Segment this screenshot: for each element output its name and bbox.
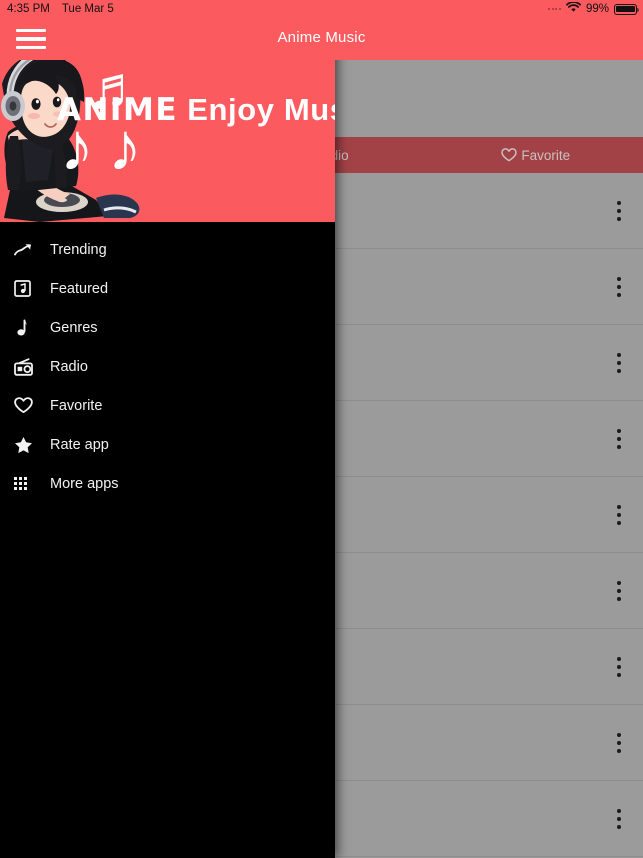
radio-icon xyxy=(14,357,40,376)
battery-icon xyxy=(614,3,640,15)
overflow-menu-icon[interactable] xyxy=(605,423,633,455)
overflow-menu-icon[interactable] xyxy=(605,727,633,759)
sidebar-item-radio[interactable]: Radio xyxy=(0,347,335,386)
overflow-menu-icon[interactable] xyxy=(605,575,633,607)
sidebar-item-label: Featured xyxy=(50,280,109,297)
page-title: Anime Music xyxy=(277,29,366,46)
sidebar-item-label: Genres xyxy=(50,319,98,336)
overflow-menu-icon[interactable] xyxy=(605,499,633,531)
featured-note-frame-icon xyxy=(14,280,40,297)
app-screen: 4:35 PM Tue Mar 5 99% Anime Music Favori… xyxy=(0,0,643,858)
overflow-menu-icon[interactable] xyxy=(605,195,633,227)
grid-apps-icon xyxy=(14,477,40,490)
sidebar-item-trending[interactable]: Trending xyxy=(0,230,335,269)
sidebar-item-label: Trending xyxy=(50,241,107,258)
tab-favorite[interactable]: Favorite xyxy=(429,137,643,173)
wifi-icon xyxy=(566,1,581,16)
status-date: Tue Mar 5 xyxy=(61,3,114,15)
tab-favorite-label: Favorite xyxy=(521,147,571,163)
heart-outline-icon xyxy=(14,397,40,414)
overflow-menu-icon[interactable] xyxy=(605,271,633,303)
sidebar-item-rate-app[interactable]: Rate app xyxy=(0,425,335,464)
drawer-menu-list: Trending Featured Genres Radio Favorite … xyxy=(0,222,335,503)
sidebar-item-label: More apps xyxy=(50,475,119,492)
battery-percent-label: 99% xyxy=(585,3,609,15)
brand-anime-word: ANIME xyxy=(57,92,178,128)
sidebar-item-label: Radio xyxy=(50,358,88,375)
status-time: 4:35 PM xyxy=(7,3,50,15)
overflow-menu-icon[interactable] xyxy=(605,347,633,379)
sidebar-item-label: Favorite xyxy=(50,397,103,414)
sidebar-item-featured[interactable]: Featured xyxy=(0,269,335,308)
drawer-brand-title: ANIME Enjoy Music xyxy=(57,92,335,128)
status-bar-right: 99% xyxy=(548,1,643,16)
sidebar-item-genres[interactable]: Genres xyxy=(0,308,335,347)
sidebar-item-more-apps[interactable]: More apps xyxy=(0,464,335,503)
sidebar-item-label: Rate app xyxy=(50,436,109,453)
status-bar-left: 4:35 PM Tue Mar 5 xyxy=(0,3,114,15)
status-bar: 4:35 PM Tue Mar 5 99% xyxy=(0,0,643,18)
signal-dots-icon xyxy=(548,8,561,10)
star-icon xyxy=(14,436,40,454)
trending-up-icon xyxy=(14,243,40,257)
sidebar-item-favorite[interactable]: Favorite xyxy=(0,386,335,425)
overflow-menu-icon[interactable] xyxy=(605,651,633,683)
music-note-icon xyxy=(14,318,40,337)
brand-rest-word: Enjoy Music xyxy=(187,92,335,127)
overflow-menu-icon[interactable] xyxy=(605,803,633,835)
app-bar: Anime Music xyxy=(0,18,643,60)
navigation-drawer: ♫ ♫ ♬ ♪ ♪ xyxy=(0,18,335,858)
heart-outline-icon xyxy=(501,148,518,162)
